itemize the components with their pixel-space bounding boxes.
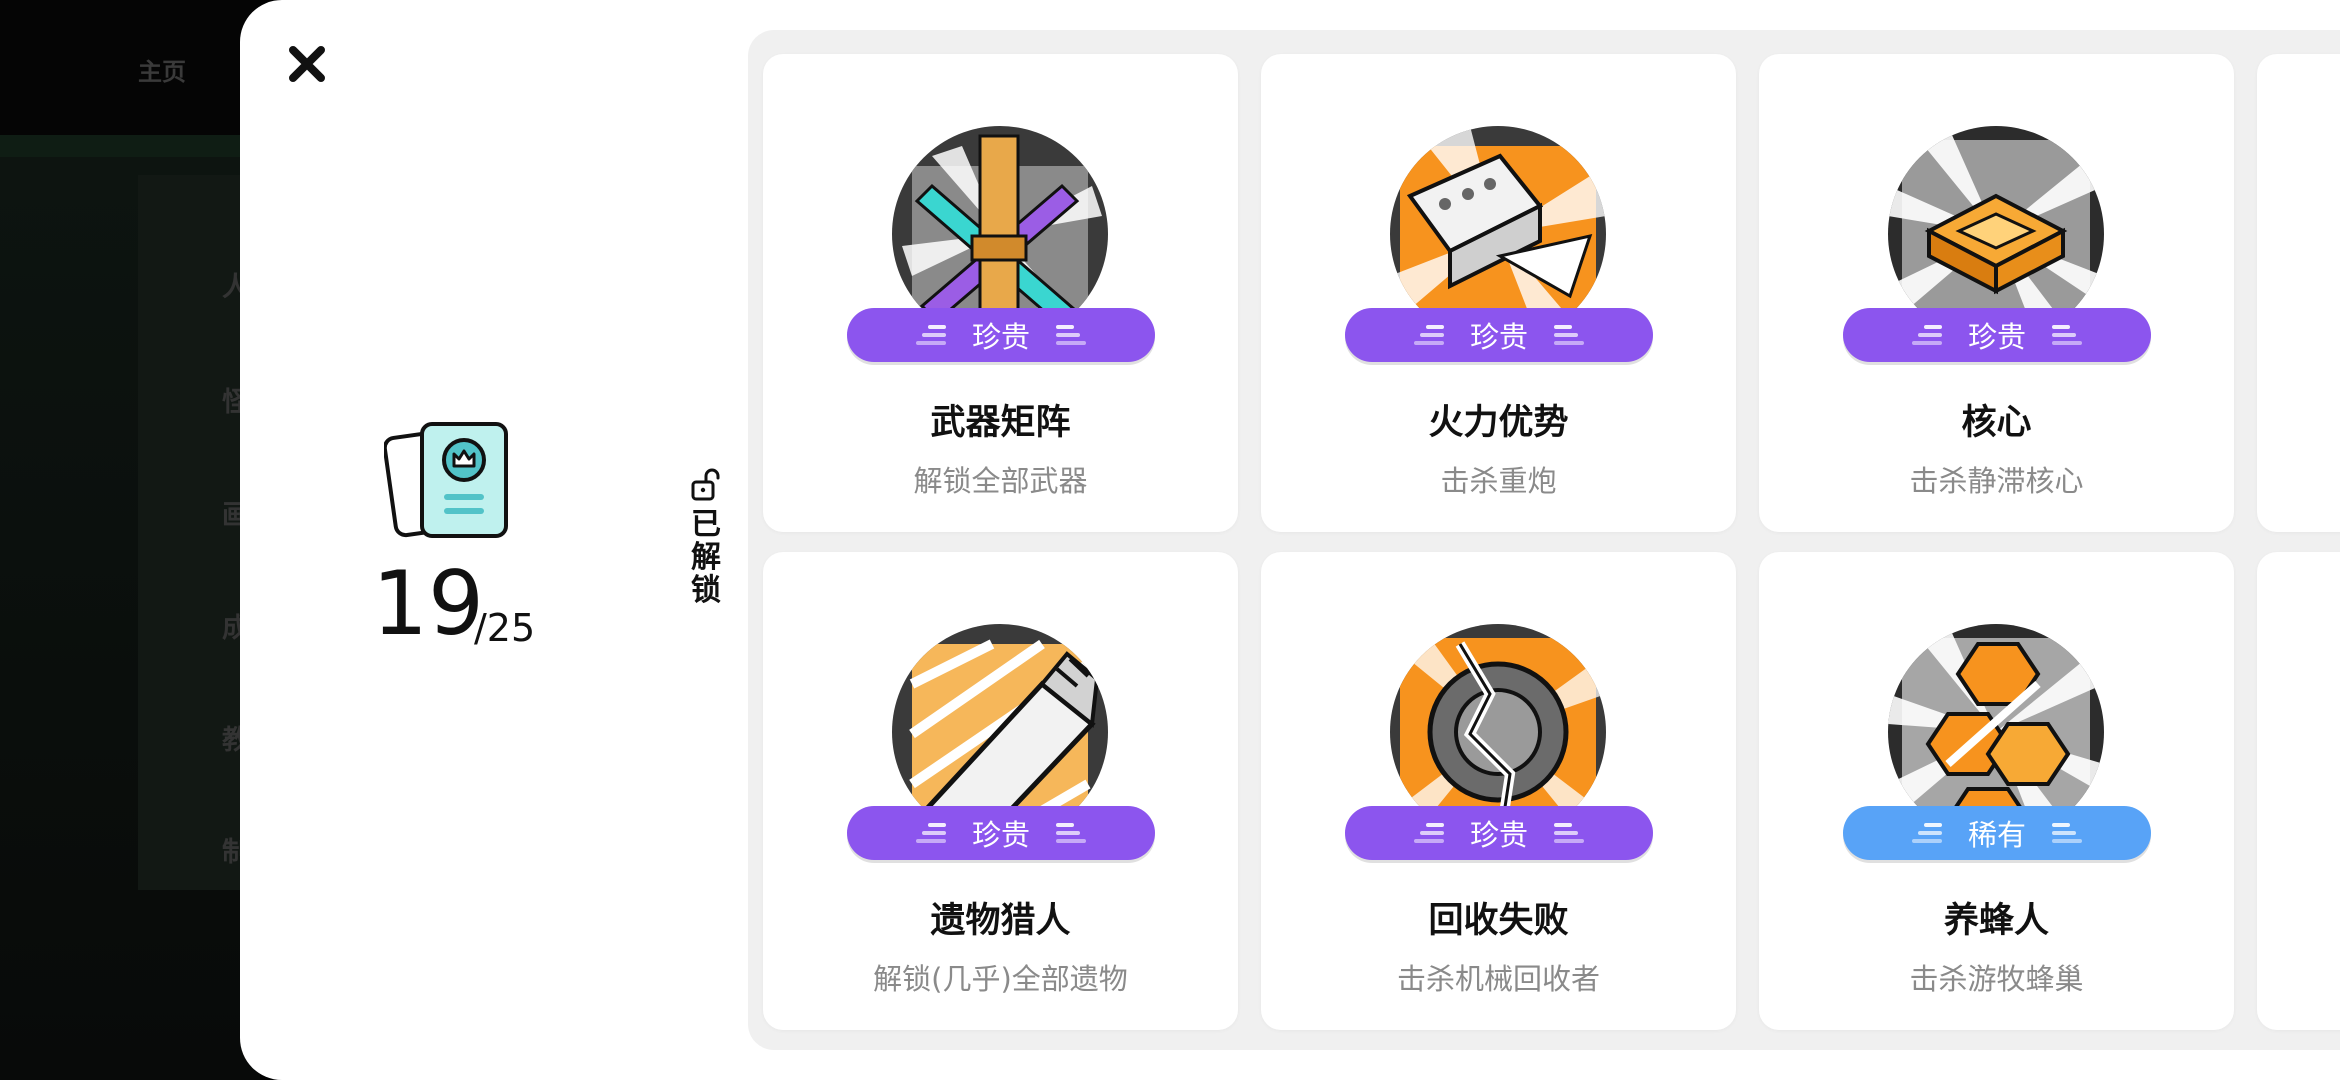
achievement-title: 回收失败 [1428,901,1569,941]
badge-bars-right-icon [1056,823,1086,843]
achievement-desc: 解锁(几乎)全部遗物 [873,962,1128,996]
rarity-badge: 珍贵 [1345,806,1653,860]
badge-bars-left-icon [1911,823,1942,843]
achievement-grid: 珍贵 武器矩阵 解锁全部武器 珍贵 火力优势 击杀重炮 珍贵 核心 击杀静滞核心… [748,30,2340,1050]
achievement-desc: 击杀游牧蜂巢 [1909,962,2084,996]
rarity-label: 稀有 [1967,818,2026,852]
rarity-label: 珍贵 [971,320,1030,354]
rarity-label: 珍贵 [971,818,1030,852]
achievement-card-beekeeper[interactable]: 稀有 养蜂人 击杀游牧蜂巢 [1759,552,2234,1030]
rarity-label: 珍贵 [1469,818,1528,852]
background-topbar: 主页 [0,0,260,135]
rarity-badge: 稀有 [1843,806,2151,860]
achievement-card-partial[interactable] [2257,54,2340,532]
background-app: 主页 人 怪 画 成 教 制 [0,0,260,1080]
achievement-card-recycle-fail[interactable]: 珍贵 回收失败 击杀机械回收者 [1261,552,1736,1030]
home-tab: 主页 [138,58,186,86]
tab-unlocked-label: 已解锁 [691,507,721,608]
rarity-badge: 珍贵 [1345,308,1653,362]
tab-unlocked[interactable]: 已解锁 [686,468,726,607]
achievement-card-partial[interactable] [2257,552,2340,1030]
badge-bars-right-icon [1056,325,1086,345]
achievements-modal: 19 /25 已解锁 珍贵 武器矩阵 解锁全部武器 珍贵 火力优势 击杀重炮 珍… [240,0,2340,1080]
achievement-desc: 击杀机械回收者 [1396,962,1600,996]
rarity-badge: 珍贵 [847,806,1155,860]
rarity-badge: 珍贵 [847,308,1155,362]
achievement-title: 遗物猎人 [930,901,1071,941]
achievement-title: 养蜂人 [1943,901,2049,941]
achievement-title: 火力优势 [1428,403,1569,443]
close-button[interactable] [285,42,329,86]
achievement-title: 武器矩阵 [930,403,1071,443]
badge-bars-left-icon [915,823,946,843]
unlocked-count: 19 [372,552,484,655]
badge-bars-right-icon [1554,325,1584,345]
achievement-card-core[interactable]: 珍贵 核心 击杀静滞核心 [1759,54,2234,532]
total-count: /25 [474,606,536,650]
badge-bars-left-icon [1413,325,1444,345]
achievement-card-relic-hunter[interactable]: 珍贵 遗物猎人 解锁(几乎)全部遗物 [763,552,1238,1030]
rarity-label: 珍贵 [1967,320,2026,354]
achievement-title: 核心 [1961,403,2032,443]
badge-bars-left-icon [915,325,946,345]
badge-bars-right-icon [2052,325,2082,345]
achievement-card-icon [384,422,508,538]
close-icon [289,46,325,82]
achievement-desc: 击杀静滞核心 [1909,464,2084,498]
badge-bars-left-icon [1413,823,1444,843]
achievement-desc: 解锁全部武器 [913,464,1088,498]
unlock-icon [691,468,720,501]
achievement-card-firepower[interactable]: 珍贵 火力优势 击杀重炮 [1261,54,1736,532]
rarity-label: 珍贵 [1469,320,1528,354]
background-strip [0,135,260,157]
badge-bars-left-icon [1911,325,1942,345]
achievement-card-weapon-matrix[interactable]: 珍贵 武器矩阵 解锁全部武器 [763,54,1238,532]
rarity-badge: 珍贵 [1843,308,2151,362]
badge-bars-right-icon [1554,823,1584,843]
badge-bars-right-icon [2052,823,2082,843]
achievement-desc: 击杀重炮 [1440,464,1557,498]
